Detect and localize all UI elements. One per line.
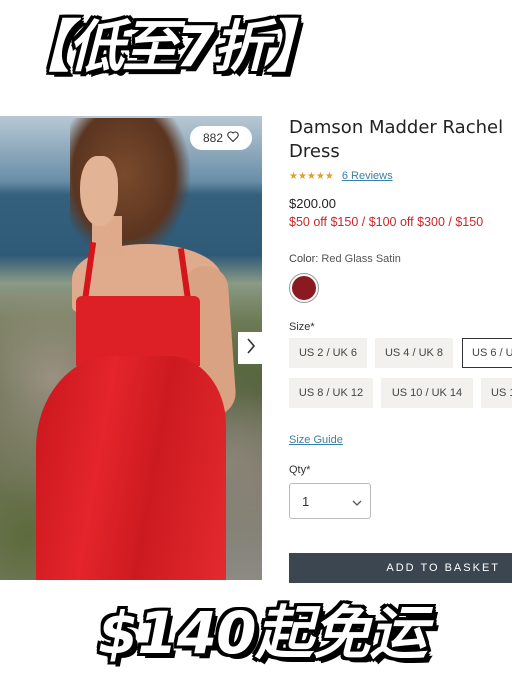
size-option[interactable]: US 8 / UK 12 <box>289 378 373 408</box>
color-value: Red Glass Satin <box>321 253 401 265</box>
color-swatch[interactable] <box>289 273 319 303</box>
promo-text: $50 off $150 / $100 off $300 / $150 <box>289 215 484 229</box>
size-label: Size* <box>289 321 315 333</box>
product-price: $200.00 <box>289 196 336 211</box>
size-option[interactable]: US 4 / UK 8 <box>375 338 453 368</box>
star-rating: ★★★★★ <box>289 170 334 182</box>
shipping-banner-text: $140起免运 <box>98 599 427 667</box>
reviews-link[interactable]: 6 Reviews <box>342 170 393 182</box>
size-option[interactable]: US 1 <box>481 378 512 408</box>
promo-banner-title: 【低至7折】 <box>14 15 323 80</box>
size-guide-link[interactable]: Size Guide <box>289 434 343 446</box>
rating-row: ★★★★★ 6 Reviews <box>289 170 512 182</box>
product-title: Damson Madder Rachel Dress <box>289 117 504 162</box>
add-to-basket-button[interactable]: ADD TO BASKET <box>289 553 512 583</box>
qty-label: Qty* <box>289 464 311 476</box>
qty-value: 1 <box>302 493 310 509</box>
size-option[interactable]: US 10 / UK 14 <box>381 378 473 408</box>
color-label: Color: Red Glass Satin <box>289 253 401 265</box>
top-banner: 【低至7折】 <box>0 0 512 104</box>
next-image-button[interactable] <box>238 332 264 364</box>
chevron-right-icon <box>246 337 256 359</box>
heart-icon <box>227 131 239 145</box>
product-info: Damson Madder Rachel Dress ★★★★★ 6 Revie… <box>289 116 512 333</box>
size-option-selected[interactable]: US 6 / U <box>462 338 512 368</box>
quantity-select[interactable]: 1 <box>289 483 371 519</box>
wishlist-button[interactable]: 882 <box>190 126 252 150</box>
likes-count: 882 <box>202 131 224 145</box>
chevron-down-icon <box>352 494 362 509</box>
product-photo[interactable] <box>0 116 262 580</box>
size-option[interactable]: US 2 / UK 6 <box>289 338 367 368</box>
